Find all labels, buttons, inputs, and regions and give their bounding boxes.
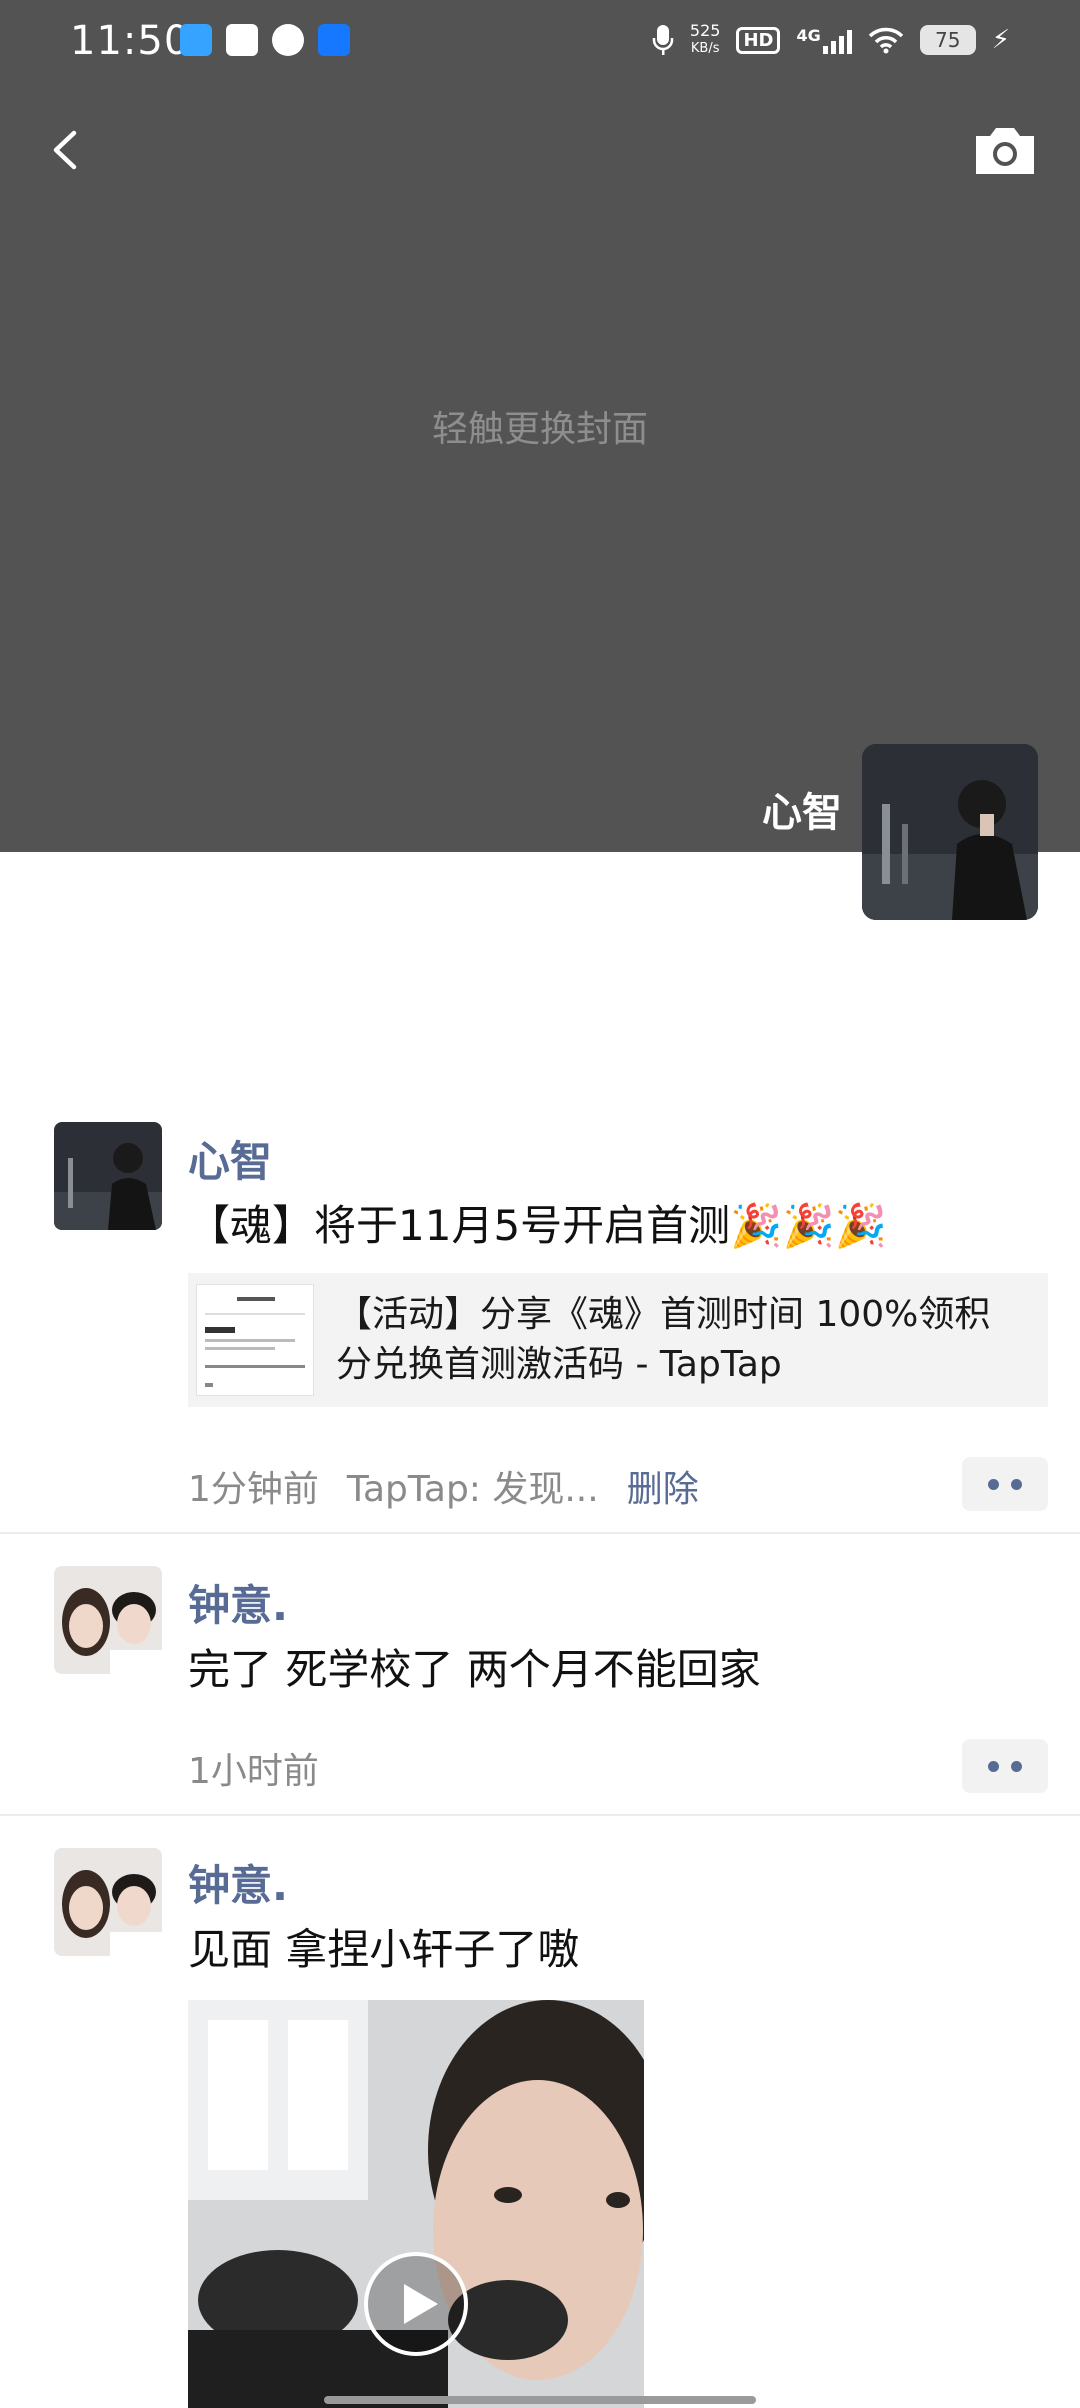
home-indicator[interactable] [324, 2396, 756, 2404]
shared-link-card[interactable]: 【活动】分享《魂》首测时间 100%领积分兑换首测激活码 - TapTap [188, 1273, 1048, 1407]
battery-icon: 75 [919, 25, 976, 55]
charging-icon: ⚡ [991, 25, 1010, 55]
post-text: 【魂】将于11月5号开启首测🎉🎉🎉 [188, 1201, 888, 1250]
play-icon[interactable] [362, 2250, 470, 2358]
link-thumbnail [196, 1284, 314, 1396]
more-dots-icon[interactable] [962, 1739, 1048, 1793]
alipay-notification-icon [318, 24, 350, 56]
status-bar: 11:50 525 KB/s HD 4G 75 ⚡ [0, 0, 1080, 86]
post-avatar[interactable] [54, 1566, 162, 1674]
network-speed-value: 525 [689, 21, 721, 40]
cover-area[interactable]: 11:50 525 KB/s HD 4G 75 ⚡ 轻触更换封面 心智 [0, 0, 1080, 852]
avatar-photo [54, 1566, 162, 1674]
profile-name: 心智 [762, 790, 842, 836]
post-author[interactable]: 心智 [188, 1128, 272, 1189]
post-meta: 1小时前 [188, 1742, 319, 1794]
message-notification-icon [272, 24, 304, 56]
network-type: 4G [796, 26, 821, 45]
post-author[interactable]: 钟意. [188, 1572, 288, 1633]
post-text: 完了 死学校了 两个月不能回家 [188, 1645, 761, 1694]
post-avatar[interactable] [54, 1848, 162, 1956]
battery-level: 75 [935, 28, 961, 52]
status-time: 11:50 [70, 18, 191, 64]
camera-icon[interactable] [970, 120, 1040, 180]
notification-icons [180, 24, 350, 56]
post-author[interactable]: 钟意. [188, 1852, 288, 1913]
signal-bars-icon [822, 26, 852, 54]
network-speed-unit: KB/s [690, 41, 720, 56]
post-divider [0, 1532, 1080, 1534]
network-speed: 525 KB/s [690, 22, 721, 58]
hd-badge: HD [736, 26, 781, 54]
avatar-photo [54, 1848, 162, 1956]
avatar-photo [54, 1122, 162, 1230]
post-avatar[interactable] [54, 1122, 162, 1230]
post-text: 见面 拿捏小轩子了嗷 [188, 1925, 580, 1974]
post-divider [0, 1814, 1080, 1816]
change-cover-hint[interactable]: 轻触更换封面 [0, 400, 1080, 452]
more-dots-icon[interactable] [962, 1457, 1048, 1511]
profile-avatar[interactable] [862, 744, 1038, 920]
post-time: 1分钟前 [188, 1469, 319, 1510]
post-meta: 1分钟前 TapTap: 发现... 删除 [188, 1460, 699, 1512]
video-thumbnail[interactable] [188, 2000, 644, 2408]
avatar-photo [862, 744, 1038, 920]
link-title: 【活动】分享《魂》首测时间 100%领积分兑换首测激活码 - TapTap [336, 1294, 991, 1385]
status-indicators: 525 KB/s HD 4G 75 ⚡ [652, 22, 1010, 58]
wifi-icon [868, 27, 903, 54]
post-source[interactable]: TapTap: 发现... [347, 1460, 599, 1512]
microphone-icon [652, 25, 674, 55]
back-arrow-icon[interactable] [30, 115, 100, 185]
app-notification-icon [226, 24, 258, 56]
cellular-signal: 4G [796, 26, 852, 54]
post-time: 1小时前 [188, 1751, 319, 1792]
app-notification-icon [180, 24, 212, 56]
delete-button[interactable]: 删除 [627, 1460, 699, 1512]
